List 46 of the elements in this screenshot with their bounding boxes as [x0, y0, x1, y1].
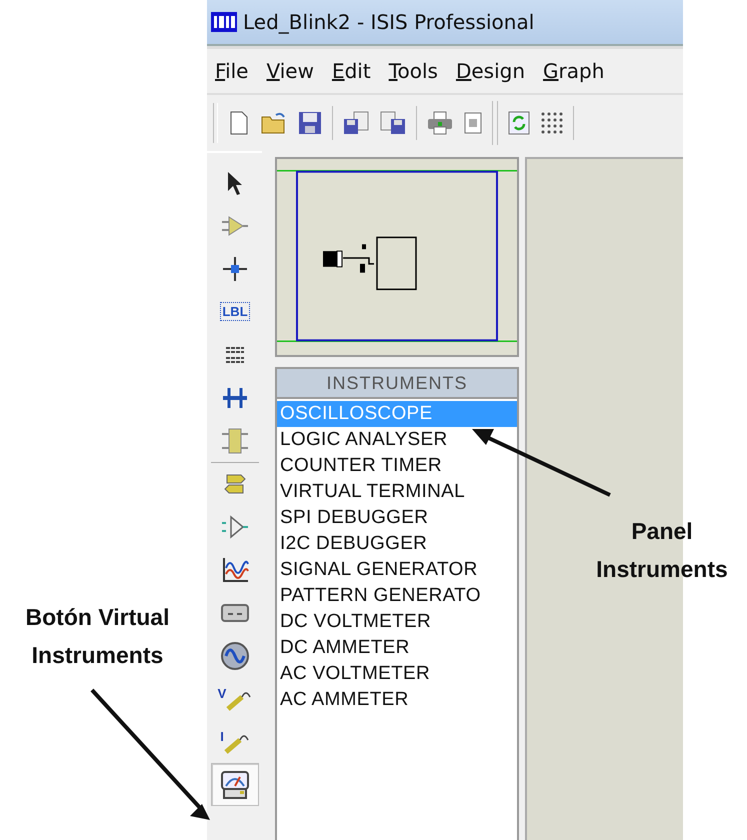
menu-item[interactable]: Tools: [388, 59, 438, 83]
instrument-item[interactable]: PATTERN GENERATO: [277, 583, 517, 609]
tape-icon: [220, 602, 250, 622]
instrument-item[interactable]: AC AMMETER: [277, 687, 517, 713]
instrument-item[interactable]: DC VOLTMETER: [277, 609, 517, 635]
graph-icon: [221, 556, 249, 584]
page-icon[interactable]: [463, 111, 483, 135]
printer-icon[interactable]: [426, 110, 454, 136]
window-title: Led_Blink2 - ISIS Professional: [243, 10, 534, 34]
instrument-item[interactable]: I2C DEBUGGER: [277, 531, 517, 557]
menu-item[interactable]: Edit: [332, 59, 371, 83]
bus-icon: [221, 386, 249, 410]
instrument-item[interactable]: SPI DEBUGGER: [277, 505, 517, 531]
instrument-item[interactable]: VIRTUAL TERMINAL: [277, 479, 517, 505]
annotation-text: Panel Instruments: [595, 517, 729, 584]
gate-icon: [221, 214, 249, 238]
menu-item[interactable]: View: [266, 59, 314, 83]
subcircuit-icon: [221, 426, 249, 454]
menu-item[interactable]: Graph: [543, 59, 604, 83]
pin-icon: [221, 514, 249, 540]
menu-item[interactable]: File: [215, 59, 248, 83]
meter-icon: [220, 770, 250, 800]
pointer-icon: [226, 170, 244, 196]
export-icon[interactable]: [379, 110, 407, 136]
tool-button[interactable]: I: [211, 720, 259, 763]
sine-generator-icon: [220, 640, 250, 670]
label-tool-text: LBL: [220, 302, 250, 321]
annotation-text: Botón Virtual Instruments: [24, 603, 170, 670]
save-icon[interactable]: [297, 110, 323, 136]
instrument-item[interactable]: LOGIC ANALYSER: [277, 427, 517, 453]
tool-button[interactable]: LBL: [211, 290, 259, 333]
probe-letter: I: [220, 730, 224, 742]
refresh-icon[interactable]: [507, 110, 531, 136]
import-icon[interactable]: [342, 110, 370, 136]
instrument-item[interactable]: SIGNAL GENERATOR: [277, 557, 517, 583]
app-icon: [211, 12, 237, 32]
instrument-item[interactable]: DC AMMETER: [277, 635, 517, 661]
panel-header: INSTRUMENTS: [277, 369, 517, 399]
instrument-item[interactable]: COUNTER TIMER: [277, 453, 517, 479]
probe-letter: V: [218, 686, 226, 700]
junction-icon: [221, 254, 249, 282]
grid-icon[interactable]: [540, 111, 564, 135]
tool-button[interactable]: V: [211, 677, 259, 720]
instrument-item[interactable]: AC VOLTMETER: [277, 661, 517, 687]
tool-button[interactable]: [211, 763, 259, 806]
menu-item[interactable]: Design: [456, 59, 526, 83]
